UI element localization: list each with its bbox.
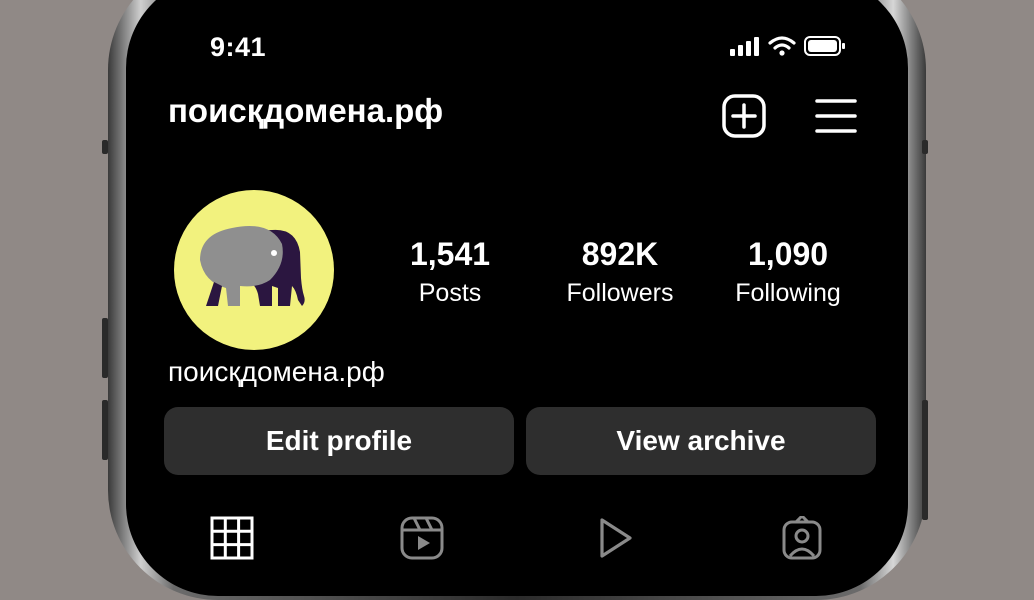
phone-side-button	[102, 318, 108, 378]
tagged-icon[interactable]	[780, 516, 824, 560]
elephant-logo-icon	[200, 226, 305, 306]
stat-value: 892K	[581, 236, 659, 272]
edit-profile-button[interactable]: Edit profile	[164, 407, 514, 475]
phone-side-button	[102, 140, 108, 154]
plus-square-icon	[722, 94, 766, 138]
avatar[interactable]	[174, 190, 334, 350]
stat-label: Following	[735, 279, 841, 307]
stat-posts[interactable]: 1,541 Posts	[370, 236, 530, 308]
reels-icon[interactable]	[400, 516, 444, 560]
page-title: поисқдомена.рф	[168, 92, 444, 129]
create-post-button[interactable]	[720, 92, 768, 140]
stat-label: Posts	[418, 279, 482, 307]
phone-side-button	[922, 140, 928, 154]
stat-value: 1,541	[409, 236, 491, 272]
grid-icon[interactable]	[210, 516, 254, 560]
stat-label: Followers	[566, 279, 674, 307]
stat-following[interactable]: 1,090 Following	[708, 236, 868, 308]
play-icon[interactable]	[592, 516, 636, 560]
profile-username: поисқдомена.рф	[168, 356, 385, 387]
phone-side-button	[102, 400, 108, 460]
status-time: 9:41	[210, 32, 267, 62]
notch	[376, 0, 658, 64]
signal-icon	[730, 37, 759, 56]
view-archive-button[interactable]: View archive	[526, 407, 876, 475]
status-icons	[730, 36, 846, 56]
stat-followers[interactable]: 892K Followers	[540, 236, 700, 308]
menu-button[interactable]	[812, 92, 860, 140]
hamburger-menu-icon	[815, 99, 857, 133]
phone-screen: 9:41 поисқдомена.рф 1,541 Posts 892K Fol…	[126, 0, 908, 596]
battery-icon	[804, 36, 845, 56]
stat-value: 1,090	[747, 236, 829, 272]
phone-side-button	[922, 400, 928, 520]
wifi-icon	[768, 36, 796, 56]
